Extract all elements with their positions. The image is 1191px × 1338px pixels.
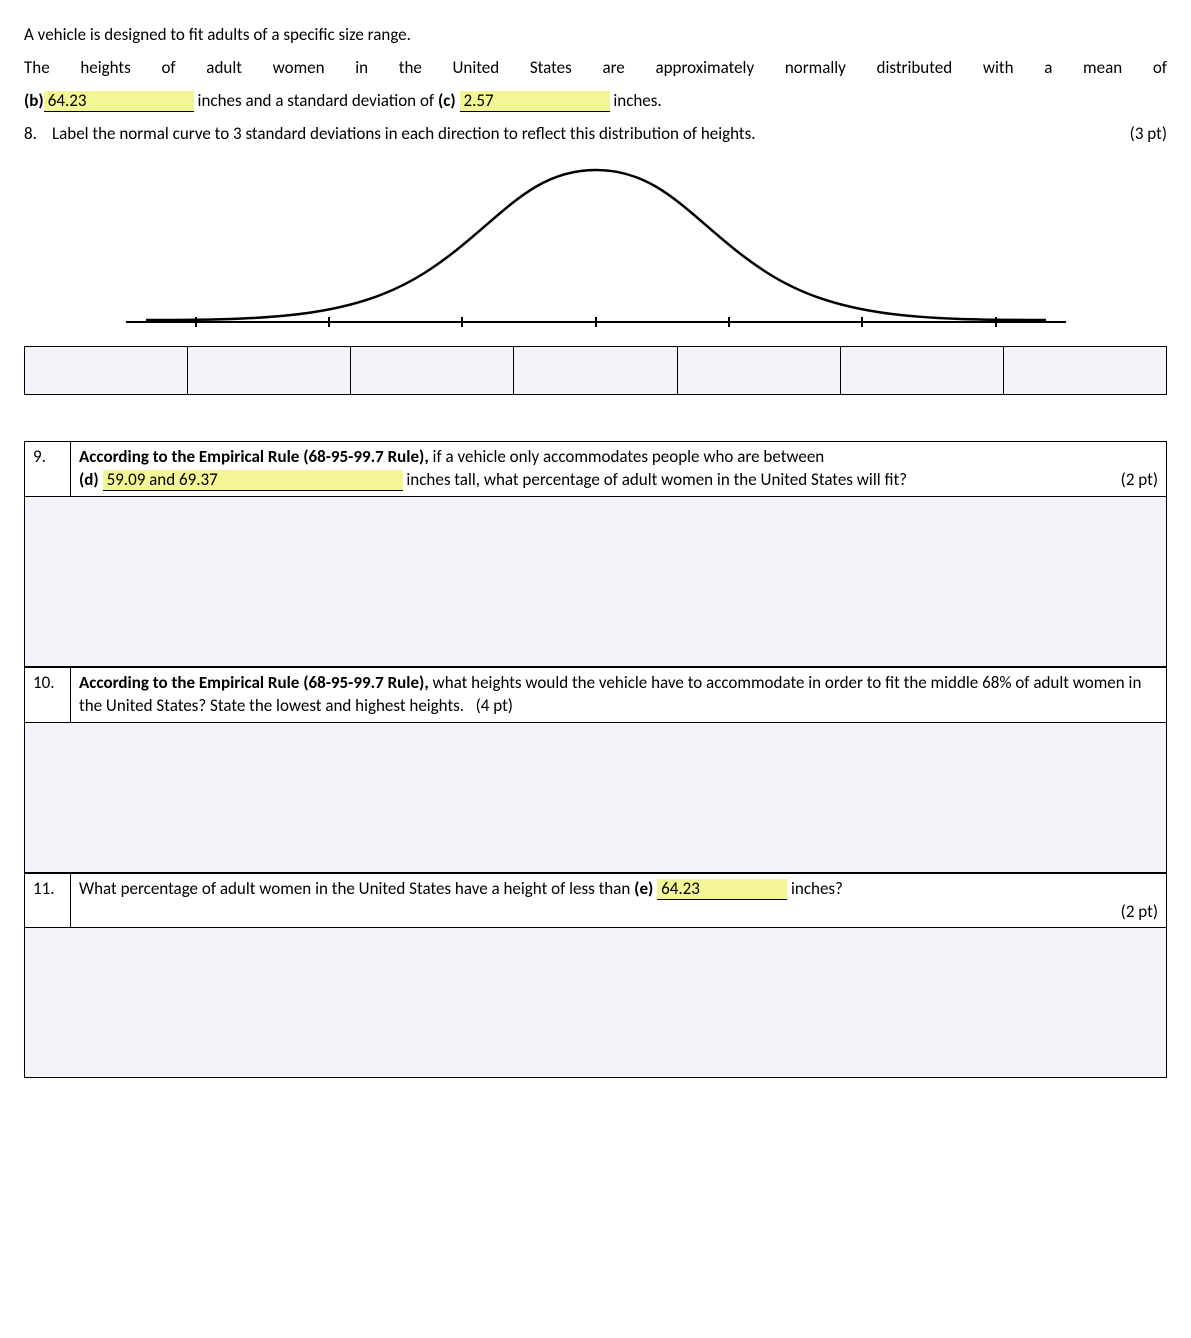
blank-d-value[interactable]: 59.09 and 69.37 [103, 470, 403, 491]
q10-prompt: According to the Empirical Rule (68-95-9… [71, 667, 1167, 722]
q9-rest2: inches tall, what percentage of adult wo… [403, 469, 907, 490]
normal-curve-icon [96, 152, 1096, 342]
blank-e-value[interactable]: 64.23 [657, 879, 787, 900]
q11-text2: inches? [787, 878, 843, 899]
sd-label-cell[interactable] [840, 346, 1003, 394]
q9-rest1: if a vehicle only accommodates people wh… [429, 446, 825, 467]
blank-c-label: (c) [438, 90, 456, 111]
blank-b-label: (b) [24, 90, 44, 111]
q11-answer-area[interactable] [25, 928, 1167, 1078]
intro-line2b: (b)64.23 inches and a standard deviation… [24, 90, 1167, 113]
q8-points: (3 pt) [1107, 123, 1167, 144]
blank-c-value[interactable]: 2.57 [460, 91, 610, 112]
q9-prompt: According to the Empirical Rule (68-95-9… [71, 441, 1167, 496]
intro-mid: inches and a standard deviation of [194, 90, 438, 111]
q9-points: (2 pt) [1121, 469, 1158, 492]
q11-text1: What percentage of adult women in the Un… [79, 878, 634, 899]
question-11-table: 11. What percentage of adult women in th… [24, 873, 1167, 1079]
q11-points: (2 pt) [1121, 901, 1158, 924]
blank-d-label: (d) [79, 469, 99, 490]
normal-curve-figure [24, 152, 1167, 395]
intro-end: inches. [610, 90, 662, 111]
sd-label-cell[interactable] [514, 346, 677, 394]
question-9-table: 9. According to the Empirical Rule (68-9… [24, 441, 1167, 667]
sd-label-cell[interactable] [25, 346, 188, 394]
blank-e-label: (e) [634, 878, 653, 899]
question-10-table: 10. According to the Empirical Rule (68-… [24, 667, 1167, 873]
sd-label-cell[interactable] [188, 346, 351, 394]
q10-lead: According to the Empirical Rule (68-95-9… [79, 672, 429, 693]
sd-label-table [24, 346, 1167, 395]
sd-label-cell[interactable] [677, 346, 840, 394]
intro-line1: A vehicle is designed to fit adults of a… [24, 24, 1167, 47]
intro-text: A vehicle is designed to fit adults of a… [24, 24, 1167, 113]
question-8: 8. Label the normal curve to 3 standard … [24, 123, 1167, 144]
q10-points: (4 pt) [476, 695, 513, 716]
blank-b-value[interactable]: 64.23 [44, 91, 194, 112]
q9-number: 9. [25, 441, 71, 496]
q11-number: 11. [25, 873, 71, 928]
q8-text: Label the normal curve to 3 standard dev… [52, 123, 1107, 144]
q10-answer-area[interactable] [25, 722, 1167, 872]
sd-label-cell[interactable] [351, 346, 514, 394]
q8-number: 8. [24, 123, 52, 144]
q9-answer-area[interactable] [25, 496, 1167, 666]
q11-prompt: What percentage of adult women in the Un… [71, 873, 1167, 928]
q10-number: 10. [25, 667, 71, 722]
intro-line2a: The heights of adult women in the United… [24, 57, 1167, 80]
q9-lead: According to the Empirical Rule (68-95-9… [79, 446, 429, 467]
sd-label-cell[interactable] [1003, 346, 1166, 394]
